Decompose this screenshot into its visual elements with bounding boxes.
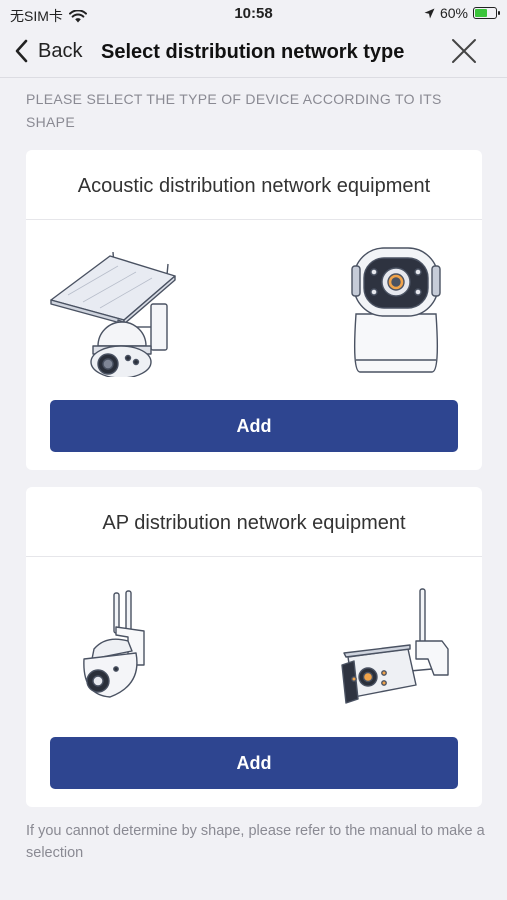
instruction-text: PLEASE SELECT THE TYPE OF DEVICE ACCORDI… [26,91,442,130]
battery-icon [473,7,500,19]
battery-percent: 60% [439,5,468,21]
location-arrow-icon [424,8,435,18]
status-bar: 无SIM卡 10:58 60% [0,0,507,30]
close-icon [452,39,476,63]
add-button[interactable]: Add [50,737,458,789]
indoor-pan-tilt-camera-image [351,247,441,373]
card-title: AP distribution network equipment [26,487,482,557]
footer-note: If you cannot determine by shape, please… [26,823,485,861]
back-label: Back [38,39,83,62]
antenna-bullet-camera-image [341,588,449,704]
dual-antenna-dome-camera-image [83,590,145,698]
battery-fill [475,9,487,17]
card-title: Acoustic distribution network equipment [26,150,482,220]
back-button[interactable]: Back [14,39,82,63]
device-images [26,220,482,400]
device-type-card-acoustic: Acoustic distribution network equipment [26,150,482,470]
solar-ptz-camera-image [50,251,176,377]
chevron-left-icon [15,39,28,63]
device-images [26,557,482,737]
device-type-card-ap: AP distribution network equipment Add [26,487,482,807]
add-button[interactable]: Add [50,400,458,452]
close-button[interactable] [451,38,477,69]
status-right: 60% [424,5,500,21]
page-title: Select distribution network type [101,41,405,63]
nav-bar: Back Select distribution network type [0,30,507,78]
